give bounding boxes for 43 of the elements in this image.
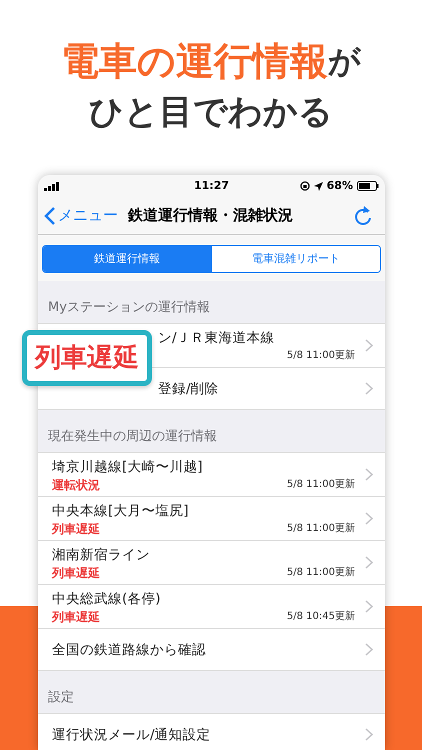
update-time: 5/8 10:45更新 xyxy=(286,610,355,624)
section-header: 設定 xyxy=(48,688,74,706)
screen-title: 鉄道運行情報・混雑状況 xyxy=(128,205,293,226)
status-label: 列車遅延 xyxy=(52,564,100,580)
headline-text: が xyxy=(328,41,361,82)
section-header: 現在発生中の周辺の運行情報 xyxy=(48,428,217,446)
rotation-lock-icon xyxy=(300,181,310,191)
chevron-icon xyxy=(365,339,373,352)
location-arrow-icon xyxy=(314,182,323,190)
row-title[interactable]: 湘南新宿ライン xyxy=(52,544,365,564)
headline-text: 電車の運行情報 xyxy=(61,38,328,84)
chevron-icon xyxy=(365,600,373,613)
battery-percent: 68% xyxy=(326,178,353,194)
status-label: 運転状況 xyxy=(52,476,100,492)
status-time: 11:27 xyxy=(194,178,229,194)
refresh-icon[interactable] xyxy=(353,204,373,226)
subheadline: ひと目でわかる xyxy=(89,91,333,134)
section-header: Myステーションの運行情報 xyxy=(48,298,210,316)
update-time: 5/8 11:00更新 xyxy=(286,478,355,492)
back-chevron-icon xyxy=(44,206,56,226)
chevron-icon xyxy=(365,512,373,525)
row-title[interactable]: 埼京川越線[大崎〜川越] xyxy=(52,456,365,476)
chevron-icon xyxy=(365,728,373,741)
chevron-icon xyxy=(365,382,373,395)
row-title[interactable]: ン/ＪＲ東海道本線 xyxy=(158,328,365,348)
status-label: 列車遅延 xyxy=(52,608,100,624)
row-title[interactable]: 全国の鉄道路線から確認 xyxy=(52,640,365,660)
update-time: 5/8 11:00更新 xyxy=(286,566,355,580)
chevron-icon xyxy=(365,556,373,569)
battery-icon xyxy=(357,181,379,191)
signal-icon xyxy=(44,182,60,190)
update-time: 5/8 11:00更新 xyxy=(286,522,355,536)
status-label: 列車遅延 xyxy=(52,520,100,536)
back-button[interactable]: メニュー xyxy=(44,204,118,227)
row-title[interactable]: 中央総武線(各停) xyxy=(52,588,365,608)
row-title[interactable]: 登録/削除 xyxy=(158,378,365,398)
chevron-icon xyxy=(365,643,373,656)
chevron-icon xyxy=(365,468,373,481)
callout-text: 列車遅延 xyxy=(35,342,139,374)
row-title[interactable]: 中央本線[大月〜塩尻] xyxy=(52,500,365,520)
segment-tab[interactable]: 電車混雑リポート xyxy=(211,246,380,272)
segment-tab[interactable]: 鉄道運行情報 xyxy=(43,246,211,272)
update-time: 5/8 11:00更新 xyxy=(286,348,355,362)
